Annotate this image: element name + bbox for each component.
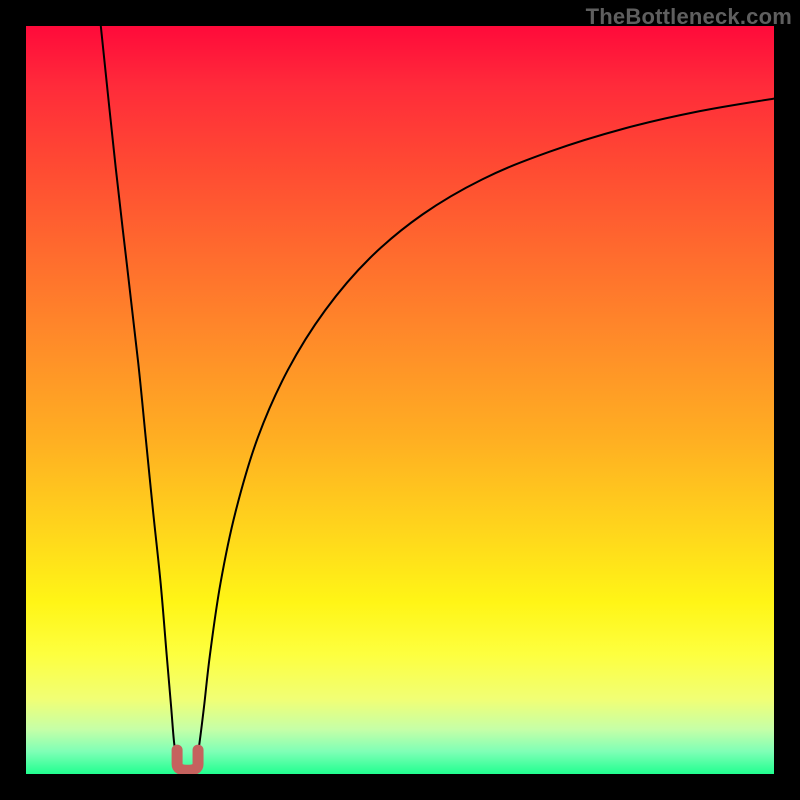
dip-marker: [177, 750, 198, 770]
plot-area: [26, 26, 774, 774]
plot-svg: [26, 26, 774, 774]
curve-left-branch: [101, 26, 180, 768]
chart-frame: TheBottleneck.com: [0, 0, 800, 800]
curve-right-branch: [194, 99, 774, 768]
